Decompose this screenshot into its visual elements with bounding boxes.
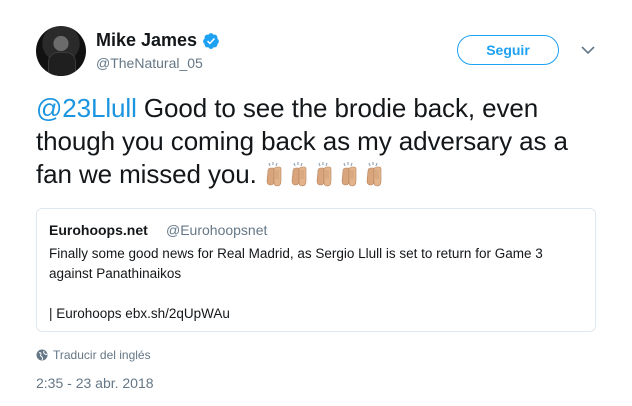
- timestamp[interactable]: 2:35 - 23 abr. 2018: [36, 375, 154, 391]
- quoted-author-handle: @Eurohoopsnet: [166, 222, 268, 238]
- clapping-hands-icon: [341, 162, 357, 187]
- quoted-tweet-text: Finally some good news for Real Madrid, …: [49, 246, 543, 281]
- clapping-hands-icon: [266, 162, 282, 187]
- chevron-down-icon[interactable]: [580, 44, 596, 56]
- clapping-hands-icon: [316, 162, 332, 187]
- translate-link[interactable]: Traducir del inglés: [36, 348, 151, 362]
- clapping-hands-icon: [366, 162, 382, 187]
- author-handle[interactable]: @TheNatural_05: [96, 55, 203, 71]
- avatar[interactable]: [36, 26, 86, 76]
- clapping-hands-icon: [291, 162, 307, 187]
- tweet-text: @23Llull Good to see the brodie back, ev…: [36, 92, 606, 191]
- follow-button[interactable]: Seguir: [457, 35, 559, 65]
- translate-label[interactable]: Traducir del inglés: [53, 348, 151, 362]
- clap-emoji-group: [264, 159, 389, 189]
- author-name[interactable]: Mike James: [96, 30, 197, 51]
- quoted-tweet-source: | Eurohoops ebx.sh/2qUpWAu: [49, 306, 230, 321]
- quoted-author-name: Eurohoops.net: [49, 222, 148, 238]
- avatar-figure: [48, 52, 76, 76]
- author-name-row[interactable]: Mike James: [96, 30, 220, 51]
- verified-badge-icon: [203, 32, 219, 49]
- globe-icon: [36, 349, 48, 361]
- mention-link[interactable]: @23Llull: [36, 93, 137, 123]
